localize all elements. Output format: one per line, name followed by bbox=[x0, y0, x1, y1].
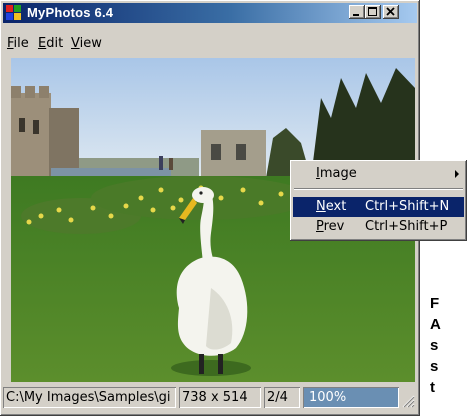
ctx-shortcut-prev: Ctrl+Shift+P bbox=[365, 219, 448, 234]
maximize-button[interactable] bbox=[365, 5, 381, 19]
status-path: C:\My Images\Samples\gi bbox=[3, 387, 176, 408]
menu-file[interactable]: File bbox=[7, 34, 29, 54]
context-menu: Image Next Ctrl+Shift+N Prev Ctrl+Shift+… bbox=[290, 160, 467, 241]
ctx-separator bbox=[294, 188, 463, 190]
close-icon bbox=[386, 7, 395, 16]
side-text-line: t bbox=[430, 379, 435, 396]
title-bar[interactable]: MyPhotos 6.4 bbox=[3, 3, 417, 23]
menu-view[interactable]: View bbox=[71, 34, 102, 54]
menu-edit[interactable]: Edit bbox=[38, 34, 63, 54]
minimize-button[interactable] bbox=[349, 5, 365, 19]
status-position: 2/4 bbox=[264, 387, 300, 408]
window-title: MyPhotos 6.4 bbox=[27, 5, 114, 20]
ctx-item-next[interactable]: Next Ctrl+Shift+N bbox=[293, 197, 464, 217]
close-button[interactable] bbox=[383, 5, 399, 19]
side-text-line: A bbox=[430, 316, 441, 333]
status-bar: C:\My Images\Samples\gi 738 x 514 2/4 10… bbox=[3, 386, 417, 410]
ctx-item-prev[interactable]: Prev Ctrl+Shift+P bbox=[293, 217, 464, 237]
status-progress: 100% bbox=[303, 387, 399, 408]
side-text-line: F bbox=[430, 295, 440, 312]
ctx-shortcut-next: Ctrl+Shift+N bbox=[365, 199, 450, 214]
side-text-line: s bbox=[430, 337, 439, 354]
side-text-line: s bbox=[430, 358, 439, 375]
resize-grip-icon[interactable] bbox=[401, 394, 415, 408]
maximize-icon bbox=[368, 7, 377, 16]
ctx-item-image[interactable]: Image bbox=[293, 164, 464, 184]
app-photos-icon bbox=[6, 5, 21, 20]
side-text: F A s s t bbox=[430, 293, 467, 398]
submenu-arrow-icon bbox=[455, 170, 459, 178]
progress-text: 100% bbox=[309, 390, 347, 405]
status-dimensions: 738 x 514 bbox=[179, 387, 261, 408]
minimize-icon bbox=[353, 14, 359, 16]
